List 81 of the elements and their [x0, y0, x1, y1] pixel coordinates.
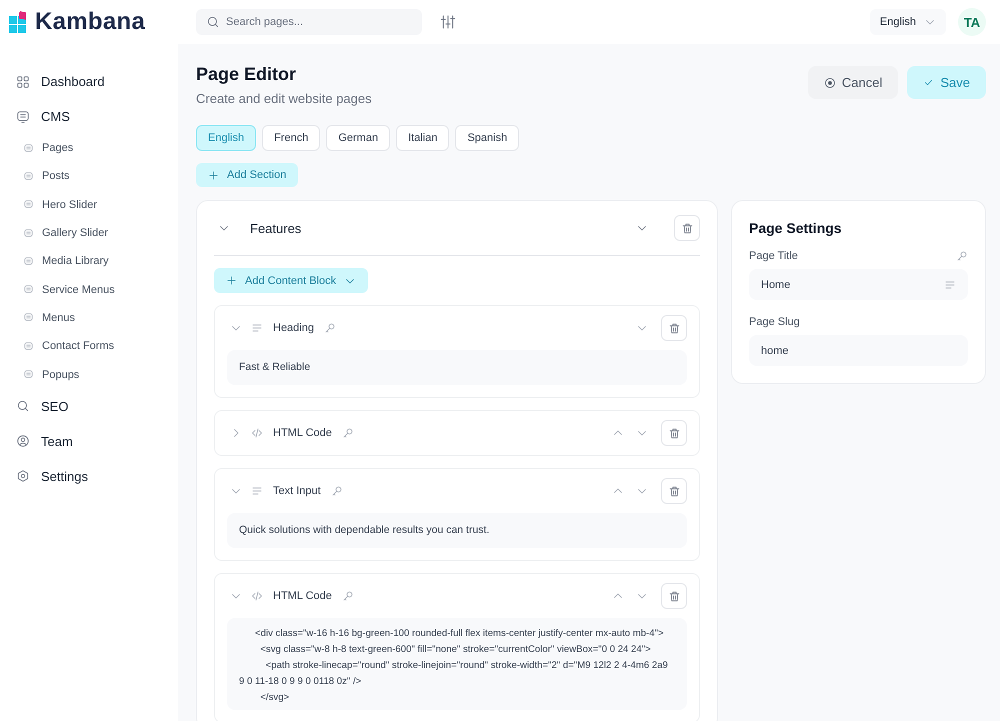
plus-icon: [208, 170, 219, 180]
sidebar-item[interactable]: Settings: [16, 458, 178, 494]
message-icon: [23, 340, 34, 352]
block-title: Text Input: [273, 485, 321, 497]
sidebar-subitem[interactable]: Popups: [16, 360, 178, 389]
message-icon: [23, 170, 34, 182]
block-title: HTML Code: [273, 590, 332, 602]
lines-icon: [251, 485, 263, 497]
sidebar-item[interactable]: CMS: [16, 99, 178, 134]
search-icon: [16, 399, 30, 414]
block-title: HTML Code: [273, 427, 332, 439]
field-label: Page Title: [749, 250, 798, 262]
message-icon: [23, 142, 34, 154]
message-icon: [23, 256, 34, 267]
language-tab[interactable]: Italian: [396, 125, 450, 151]
field-label: Page Slug: [749, 316, 800, 328]
key-icon: [324, 322, 336, 334]
delete-button[interactable]: [661, 420, 687, 446]
sidebar-subitem[interactable]: Posts: [16, 162, 178, 191]
search-icon: [206, 15, 220, 29]
settings-icon: [16, 469, 30, 484]
trash-icon: [668, 590, 680, 602]
message-icon: [23, 369, 34, 380]
page-subtitle: Create and edit website pages: [196, 91, 372, 106]
key-icon: [342, 427, 354, 439]
sidebar-subitem[interactable]: Menus: [16, 304, 178, 332]
key-icon: [342, 590, 354, 602]
section-title: Features: [250, 220, 302, 236]
input-field[interactable]: Home: [749, 269, 968, 300]
filter-button[interactable]: [440, 14, 456, 30]
check-icon: [923, 77, 934, 88]
delete-button[interactable]: [661, 583, 687, 609]
delete-button[interactable]: [661, 315, 687, 341]
user-icon: [16, 434, 30, 448]
sidebar-item[interactable]: Team: [16, 424, 178, 459]
sidebar-item[interactable]: Dashboard: [16, 64, 178, 99]
key-icon: [330, 485, 343, 497]
sliders-icon: [440, 14, 456, 30]
trash-icon: [668, 322, 680, 334]
message-icon: [23, 284, 34, 296]
language-tab[interactable]: French: [262, 125, 320, 151]
delete-button[interactable]: [674, 215, 700, 241]
sidebar-subitem[interactable]: Contact Forms: [16, 332, 178, 360]
settings-title: Page Settings: [749, 220, 843, 236]
block-title: Heading: [273, 322, 314, 334]
search-field[interactable]: Search pages...: [196, 9, 422, 35]
sidebar-item[interactable]: SEO: [16, 388, 178, 424]
sidebar-subitem[interactable]: Service Menus: [16, 275, 178, 304]
message-icon: [23, 312, 34, 324]
add-content-block-button[interactable]: Add Content Block: [214, 268, 368, 293]
text-field[interactable]: Quick solutions with dependable results you can trust.: [227, 513, 687, 548]
sidebar-subitem[interactable]: Media Library: [16, 247, 178, 276]
sidebar-subitem[interactable]: Pages: [16, 134, 178, 162]
code-icon: [251, 427, 263, 439]
language-tab[interactable]: Spanish: [455, 125, 520, 151]
circle-dot-icon: [824, 76, 836, 88]
lines-icon: [944, 278, 956, 290]
user-avatar[interactable]: TA: [958, 8, 986, 36]
key-icon: [956, 250, 968, 262]
sidebar-subitem[interactable]: Hero Slider: [16, 190, 178, 219]
add-section-button[interactable]: Add Section: [196, 163, 298, 187]
trash-icon: [668, 484, 680, 498]
grid-icon: [16, 74, 30, 88]
trash-icon: [668, 426, 680, 440]
plus-icon: [226, 275, 237, 286]
lines-icon: [251, 322, 263, 334]
language-tab[interactable]: German: [326, 125, 390, 151]
trash-icon: [680, 222, 694, 234]
message-icon: [23, 199, 34, 210]
page-title: Page Editor: [196, 64, 298, 85]
code-field[interactable]: <div class="w-16 h-16 bg-green-100 rounded-full flex items-center justify-center mx-auto mb-4"> <svg class="w-8 h-8 text-green-600" fill="none" stroke="currentColor" viewBox="0 0 24 24"> <path stroke-linecap="round" stroke-linejoin="round" stroke-width="2" d="M9 12l2 2 4-4m6 2a9 9 0 11-18 0 9 9 0 0118 0z" /> </svg>: [227, 618, 687, 710]
input-field[interactable]: home: [749, 335, 968, 366]
code-icon: [251, 590, 263, 602]
language-dropdown[interactable]: English: [870, 9, 946, 35]
brand-name: Kambana: [35, 8, 146, 36]
sidebar-subitem[interactable]: Gallery Slider: [16, 218, 178, 248]
message-icon: [23, 228, 34, 239]
delete-button[interactable]: [661, 478, 687, 504]
message-icon: [16, 110, 30, 124]
text-field[interactable]: Fast & Reliable: [227, 350, 687, 385]
cancel-button[interactable]: Cancel: [808, 66, 898, 99]
